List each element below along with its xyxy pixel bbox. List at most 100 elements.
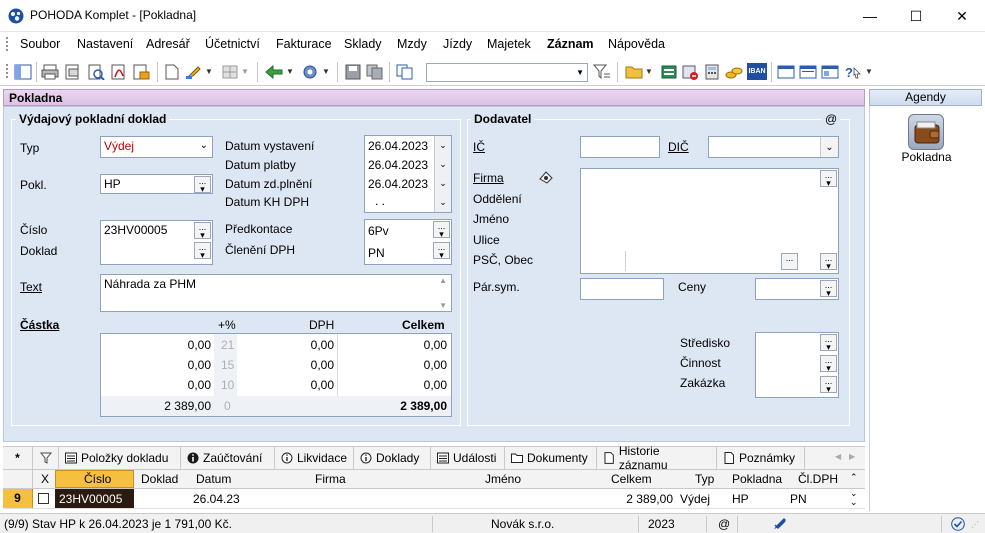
close-button[interactable]: ✕	[939, 0, 985, 32]
accounting-icon[interactable]	[660, 64, 678, 80]
check-circle-icon[interactable]	[951, 517, 965, 531]
row-checkbox[interactable]	[38, 493, 49, 504]
agenda-pokladna-button[interactable]	[908, 114, 944, 150]
menu-sklady[interactable]: Sklady	[344, 37, 382, 51]
column-header-typ[interactable]: Typ	[695, 472, 714, 486]
window3-icon[interactable]	[821, 64, 839, 80]
search-combo[interactable]: ▼	[426, 63, 588, 82]
firma-lookup-button[interactable]: ... ▾	[820, 170, 837, 188]
pokl-field[interactable]: HP ... ▾	[100, 174, 213, 194]
cell-celkem[interactable]: 2 389,00	[583, 492, 673, 506]
datum-vystaveni-value[interactable]: 26.04.2023	[368, 139, 428, 153]
dropdown-arrow-icon[interactable]: ▼	[322, 67, 330, 76]
typ-select[interactable]: Výdej ⌄	[100, 136, 213, 158]
window2-icon[interactable]	[799, 64, 817, 80]
tab-likvidace[interactable]: Likvidace	[275, 447, 354, 469]
address-book-icon[interactable]	[538, 169, 554, 185]
cell-pokladna[interactable]: HP	[732, 492, 749, 506]
duplicate-icon[interactable]	[396, 64, 414, 80]
column-header-doklad[interactable]: Doklad	[141, 472, 178, 486]
datum-vystaveni-dropdown[interactable]: ⌄	[434, 136, 451, 155]
resize-grip-icon[interactable]: ⋰	[971, 520, 979, 529]
predkontace-value[interactable]: 6Pv	[368, 224, 389, 238]
folder-icon[interactable]	[625, 64, 643, 80]
menu-nastaveni[interactable]: Nastavení	[77, 37, 133, 51]
dropdown-arrow-icon[interactable]: ▼	[865, 67, 873, 76]
cinnost-lookup-button[interactable]: ... ▾	[820, 355, 837, 373]
back-icon[interactable]	[265, 64, 283, 80]
export-icon[interactable]	[132, 64, 150, 80]
cislo-field[interactable]: 23HV00005 ... ▾ ... ▾	[100, 220, 213, 265]
menu-mzdy[interactable]: Mzdy	[397, 37, 427, 51]
menu-napoveda[interactable]: Nápověda	[608, 37, 665, 51]
cell-datum[interactable]: 26.04.23	[193, 492, 240, 506]
settings-icon[interactable]	[301, 64, 319, 80]
email-at-icon[interactable]: @	[822, 112, 841, 126]
cleneni-lookup-button[interactable]: ... ▾	[433, 242, 450, 260]
datum-platby-dropdown[interactable]: ⌄	[434, 155, 451, 174]
ic-input[interactable]	[580, 136, 660, 158]
copy-icon[interactable]	[366, 64, 384, 80]
save-icon[interactable]	[344, 64, 362, 80]
zakazka-lookup-button[interactable]: ... ▾	[820, 376, 837, 394]
print-icon[interactable]	[41, 64, 59, 80]
menu-soubor[interactable]: Soubor	[20, 37, 60, 51]
column-header-firma[interactable]: Firma	[315, 472, 346, 486]
calculator-icon[interactable]	[703, 64, 721, 80]
cislo-lookup-button[interactable]: ... ▾	[194, 222, 211, 240]
parsym-input[interactable]	[580, 278, 664, 300]
dropdown-arrow-icon[interactable]: ▼	[205, 67, 213, 76]
filter-icon[interactable]	[593, 64, 611, 80]
table-row[interactable]: 9 23HV00005 26.04.23 2 389,00 Výdej HP P…	[3, 489, 865, 509]
cleneni-value[interactable]: PN	[368, 246, 385, 260]
dph-cell[interactable]: 0,00	[237, 358, 334, 372]
datum-zdp-dropdown[interactable]: ⌄	[434, 174, 451, 193]
column-header-pokladna[interactable]: Pokladna	[732, 472, 782, 486]
column-header-cislo-sorted[interactable]: Číslo	[55, 470, 134, 488]
column-header-x[interactable]: X	[41, 472, 49, 486]
cell-cl-dph[interactable]: PN	[790, 492, 807, 506]
dph-cell[interactable]: 0,00	[237, 338, 334, 352]
stredisko-lookup-button[interactable]: ... ▾	[820, 334, 837, 352]
column-header-cl-dph[interactable]: Čl.DPH	[798, 472, 838, 486]
ceny-lookup-button[interactable]: ... ▾	[820, 280, 837, 298]
scroll-bottom-icon[interactable]: ⌄ ⌄	[850, 489, 858, 507]
address-box[interactable]: ... ▾ ... ... ▾	[580, 168, 839, 274]
tab-star[interactable]: *	[3, 447, 33, 469]
predkontace-lookup-button[interactable]: ... ▾	[433, 221, 450, 239]
menu-ucetnictvi[interactable]: Účetnictví	[205, 37, 260, 51]
panel-icon[interactable]	[14, 64, 32, 80]
edit-icon[interactable]	[185, 64, 203, 80]
remove-icon[interactable]	[681, 64, 699, 80]
tab-poznamky[interactable]: Poznámky	[717, 447, 805, 469]
tab-scroll-right-icon[interactable]: ▶	[849, 452, 855, 461]
dropdown-arrow-icon[interactable]: ▼	[286, 67, 294, 76]
datum-kh-value[interactable]: . .	[375, 194, 385, 208]
menu-adresar[interactable]: Adresář	[146, 37, 190, 51]
search-input[interactable]	[427, 64, 567, 80]
menu-zaznam[interactable]: Záznam	[547, 37, 594, 51]
chevron-down-icon[interactable]: ⌄	[200, 140, 208, 151]
iban-icon[interactable]: IBAN	[747, 63, 767, 80]
tab-historie-zaznamu[interactable]: Historie záznamu	[597, 444, 717, 472]
tab-doklady[interactable]: Doklady	[354, 447, 431, 469]
help-icon[interactable]: ?	[843, 64, 861, 80]
datum-zdp-value[interactable]: 26.04.2023	[368, 177, 428, 191]
row-number[interactable]: 9	[3, 489, 33, 508]
obec-lookup-button[interactable]: ...	[781, 253, 798, 270]
dic-dropdown[interactable]: ⌄	[820, 137, 838, 157]
menu-majetek[interactable]: Majetek	[487, 37, 531, 51]
ceny-field[interactable]: ... ▾	[755, 278, 839, 300]
cell-typ[interactable]: Výdej	[680, 492, 710, 506]
new-record-icon[interactable]	[163, 64, 181, 80]
psc-lookup-button[interactable]: ... ▾	[820, 253, 837, 271]
cell-cislo-selected[interactable]: 23HV00005	[55, 489, 134, 508]
tab-dokumenty[interactable]: Dokumenty	[505, 447, 597, 469]
print-setup-icon[interactable]	[87, 64, 105, 80]
column-header-datum[interactable]: Datum	[196, 472, 231, 486]
tab-scroll-left-icon[interactable]: ◀	[835, 452, 841, 461]
scroll-down-icon[interactable]: ▼	[439, 301, 447, 310]
column-header-celkem[interactable]: Celkem	[611, 472, 652, 486]
base-cell[interactable]: 0,00	[101, 378, 211, 392]
pokl-lookup-button[interactable]: ... ▾	[194, 176, 211, 194]
